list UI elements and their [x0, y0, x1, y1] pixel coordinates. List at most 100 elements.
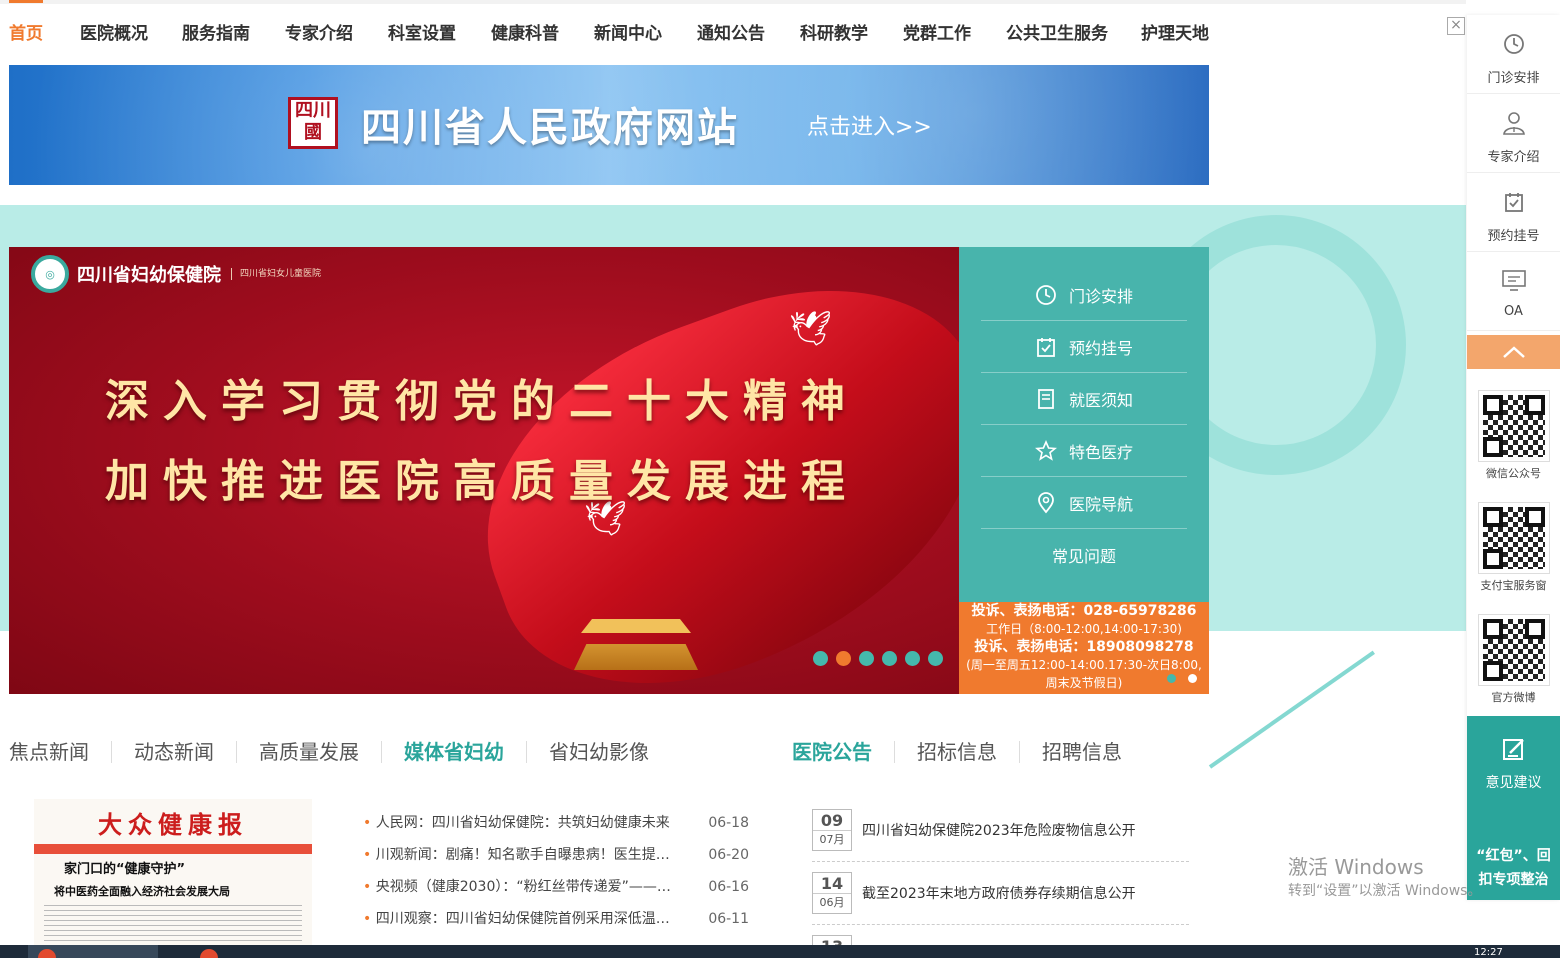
slider-dot[interactable]: [836, 651, 851, 666]
quick-menu-item[interactable]: 门诊安排: [981, 269, 1187, 321]
calendar-check-icon: [1035, 336, 1057, 358]
watermark-line1: 激活 Windows: [1288, 855, 1424, 879]
quick-menu-item[interactable]: 常见问题: [981, 529, 1187, 581]
taskbar-clock: 12:27: [1474, 947, 1503, 958]
decorative-stripe: [1208, 650, 1375, 769]
notice-tabs: 医院公告 招标信息 招聘信息: [792, 736, 1144, 768]
document-icon: [1035, 388, 1057, 410]
nav-item[interactable]: 护理天地: [1141, 4, 1209, 65]
nav-item[interactable]: 医院概况: [80, 4, 148, 65]
quick-menu-label: 医院导航: [1068, 494, 1133, 514]
news-item[interactable]: 央视频（健康2030）：“粉红丝带传递爱”——成... 06-16: [363, 871, 749, 903]
notice-title[interactable]: 四川省妇幼保健院2023年危险废物信息公开: [862, 820, 1136, 840]
nav-item[interactable]: 科研教学: [800, 4, 868, 65]
edit-icon: [1467, 736, 1560, 762]
contact-dot[interactable]: [1167, 674, 1176, 683]
contact-line4: (周一至周五12:00-14:00.17:30-次日8:00,: [966, 658, 1202, 672]
gate-roof-graphic: [581, 619, 691, 633]
quick-menu-label: 门诊安排: [1068, 286, 1133, 306]
chevron-up-icon: [1502, 346, 1525, 358]
notice-day: 14: [820, 874, 844, 893]
close-icon[interactable]: ×: [1447, 17, 1465, 35]
newspaper-image[interactable]: 大众健康报 家门口的“健康守护” 将中医药全面融入经济社会发展大局: [34, 799, 312, 947]
nav-item[interactable]: 通知公告: [697, 4, 765, 65]
taskbar-app-button[interactable]: [190, 945, 320, 958]
quick-menu-item[interactable]: 特色医疗: [981, 425, 1187, 477]
nav-item[interactable]: 新闻中心: [594, 4, 662, 65]
tab-notice[interactable]: 招聘信息: [1019, 741, 1144, 763]
page: 首页 医院概况 服务指南 专家介绍 科室设置 健康科普 新闻中心 通知公告 科研教学 党群工作 公共…: [0, 0, 1560, 958]
doctor-icon: [1467, 108, 1560, 138]
notice-title[interactable]: 截至2023年末地方政府债券存续期信息公开: [862, 883, 1136, 903]
news-date: 06-20: [708, 847, 749, 863]
slider-dot[interactable]: [859, 651, 874, 666]
sidebar-item[interactable]: OA: [1467, 252, 1560, 331]
qr-corner: [1525, 619, 1545, 639]
tab-news[interactable]: 省妇幼影像: [526, 741, 671, 763]
taskbar: 12:27: [0, 945, 1560, 958]
notice-month: 06月: [813, 893, 851, 912]
notice-date: 09 07月: [812, 809, 852, 851]
quick-menu-item[interactable]: 医院导航: [981, 477, 1187, 529]
contact-dot[interactable]: [1188, 674, 1197, 683]
newspaper-text-lines: [44, 905, 302, 947]
quick-menu-item[interactable]: 就医须知: [981, 373, 1187, 425]
slider-dot[interactable]: [928, 651, 943, 666]
tab-news[interactable]: 动态新闻: [111, 741, 236, 763]
windows-activation-watermark: 激活 Windows 转到“设置”以激活 Windows。: [1288, 851, 1481, 900]
slider-dots: [813, 651, 943, 666]
tab-notice[interactable]: 招标信息: [894, 741, 1019, 763]
notice-date: 14 06月: [812, 872, 852, 914]
newspaper-headline: 家门口的“健康守护”: [64, 862, 186, 877]
quick-menu-label: 常见问题: [1051, 547, 1116, 566]
qr-corner: [1525, 507, 1545, 527]
news-date: 06-16: [708, 879, 749, 895]
tab-news[interactable]: 焦点新闻: [9, 741, 111, 763]
back-to-top-button[interactable]: [1467, 335, 1560, 369]
news-title[interactable]: 人民网：四川省妇幼保健院：共筑妇幼健康未来: [363, 807, 683, 839]
sidebar-item[interactable]: 预约挂号: [1467, 173, 1560, 252]
tab-news[interactable]: 媒体省妇幼: [381, 741, 526, 763]
watermark-line2: 转到“设置”以激活 Windows。: [1288, 883, 1482, 899]
news-item[interactable]: 人民网：四川省妇幼保健院：共筑妇幼健康未来 06-18: [363, 807, 749, 839]
sidebar-item[interactable]: 专家介绍: [1467, 94, 1560, 173]
calendar-check-icon: [1467, 187, 1560, 217]
nav-item[interactable]: 健康科普: [491, 4, 559, 65]
newspaper-bar: [34, 844, 312, 854]
nav-item[interactable]: 专家介绍: [285, 4, 353, 65]
nav-item[interactable]: 公共卫生服务: [1006, 4, 1108, 65]
gov-banner[interactable]: 四川國 四川省人民政府网站 点击进入>>: [9, 65, 1209, 185]
news-title[interactable]: 四川观察：四川省妇幼保健院首例采用深低温停...: [363, 903, 683, 935]
taskbar-app-button[interactable]: [28, 945, 158, 958]
qr-corner: [1483, 549, 1503, 569]
slider-dot[interactable]: [905, 651, 920, 666]
tab-news[interactable]: 高质量发展: [236, 741, 381, 763]
news-item[interactable]: 川观新闻：剧痛！知名歌手自曝患病！医生提醒... 06-20: [363, 839, 749, 871]
hospital-logo: ◎ 四川省妇幼保健院 四川省妇女儿童医院: [31, 255, 321, 293]
quick-menu-item[interactable]: 预约挂号: [981, 321, 1187, 373]
nav-item[interactable]: 服务指南: [182, 4, 250, 65]
newspaper-headline2: 将中医药全面融入经济社会发展大局: [54, 885, 230, 898]
qr-code-image: [1478, 614, 1550, 686]
nav-item[interactable]: 科室设置: [388, 4, 456, 65]
news-title[interactable]: 川观新闻：剧痛！知名歌手自曝患病！医生提醒...: [363, 839, 683, 871]
location-pin-icon: [1035, 491, 1057, 514]
hospital-subtitle-cn: 四川省妇女儿童医院: [240, 269, 322, 279]
news-title[interactable]: 央视频（健康2030）：“粉红丝带传递爱”——成...: [363, 871, 683, 903]
notice-item[interactable]: 09 07月 四川省妇幼保健院2023年危险废物信息公开: [812, 799, 1189, 862]
news-date: 06-18: [708, 815, 749, 831]
qr-corner: [1483, 507, 1503, 527]
slider-dot[interactable]: [882, 651, 897, 666]
nav-item[interactable]: 党群工作: [903, 4, 971, 65]
qr-corner: [1483, 619, 1503, 639]
tab-notice[interactable]: 医院公告: [792, 741, 894, 763]
news-item[interactable]: 四川观察：四川省妇幼保健院首例采用深低温停... 06-11: [363, 903, 749, 935]
notice-item[interactable]: 14 06月 截至2023年末地方政府债券存续期信息公开: [812, 862, 1189, 925]
hero-slider[interactable]: ◎ 四川省妇幼保健院 四川省妇女儿童医院 🕊 🕊 深入学习贯彻党的二十大精神 加…: [9, 247, 959, 694]
qr-code-label: 微信公众号: [1486, 467, 1541, 480]
slider-dot[interactable]: [813, 651, 828, 666]
sidebar-item[interactable]: 门诊安排: [1467, 15, 1560, 94]
quick-menu-label: 特色医疗: [1068, 442, 1133, 462]
gov-banner-enter-link[interactable]: 点击进入>>: [807, 109, 932, 141]
nav-item-home[interactable]: 首页: [9, 0, 43, 65]
